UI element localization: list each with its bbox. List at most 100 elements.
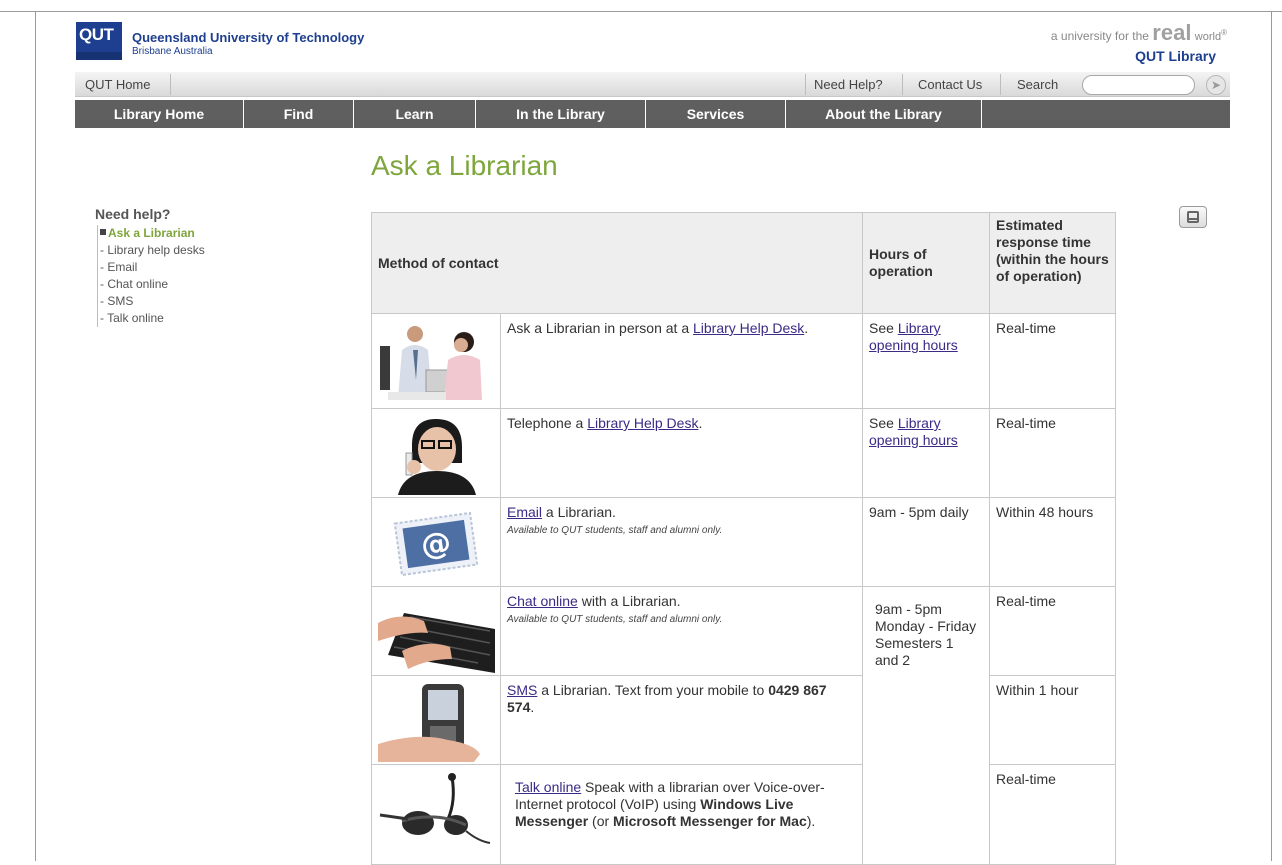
search-go-icon[interactable]: ➤: [1206, 75, 1226, 95]
microsoft-messenger-mac: Microsoft Messenger for Mac: [613, 813, 807, 829]
photo-cell: [371, 675, 501, 765]
search-label: Search: [1017, 77, 1059, 92]
header-response: Estimated response time (within the hour…: [989, 212, 1116, 314]
table-row: Talk online Speak with a librarian over …: [371, 764, 1116, 865]
photo-cell: [371, 586, 501, 676]
page-title: Ask a Librarian: [371, 150, 558, 181]
photo-cell: [371, 764, 501, 865]
window-right-edge: [1271, 12, 1272, 861]
printer-slot: [1189, 218, 1197, 220]
email-link[interactable]: Email: [507, 504, 542, 520]
table-row: Telephone a Library Help Desk. See Libra…: [371, 408, 1116, 498]
nav-in-the-library[interactable]: In the Library: [476, 100, 646, 128]
contact-methods-table: Method of contact Hours of operation Est…: [371, 212, 1116, 865]
photo-cell: [371, 408, 501, 498]
method-description: SMS a Librarian. Text from your mobile t…: [500, 675, 863, 765]
window-left-edge: [35, 12, 36, 861]
sidebar-item-library-help-desks[interactable]: - Library help desks: [100, 242, 205, 259]
email-stamp-icon: @: [378, 504, 495, 584]
tagline-pre: a university for the: [1050, 29, 1149, 43]
library-help-desk-link[interactable]: Library Help Desk: [587, 415, 698, 431]
need-help-link[interactable]: Need Help?: [814, 77, 883, 92]
contact-us-link[interactable]: Contact Us: [918, 77, 982, 92]
desc-text: a Librarian.: [542, 504, 616, 520]
header-hours: Hours of operation: [862, 212, 990, 314]
table-row: SMS a Librarian. Text from your mobile t…: [371, 675, 1116, 765]
desc-text: .: [530, 699, 535, 715]
table-row: Chat online with a Librarian. Available …: [371, 586, 1116, 865]
desc-text: .: [698, 415, 703, 431]
sidebar-item-ask-a-librarian[interactable]: Ask a Librarian: [100, 225, 205, 242]
hours-text: See: [869, 415, 898, 431]
desc-text: ).: [806, 813, 816, 829]
current-page-bullet-icon: [100, 229, 106, 235]
nav-find[interactable]: Find: [244, 100, 354, 128]
response-time: Real-time: [989, 764, 1116, 865]
qut-home-link[interactable]: QUT Home: [85, 77, 151, 92]
university-location: Brisbane Australia: [132, 46, 213, 57]
hours-cell: See Library opening hours: [862, 313, 990, 409]
response-time: Real-time: [989, 408, 1116, 498]
nav-about-the-library[interactable]: About the Library: [786, 100, 982, 128]
util-divider: [902, 74, 903, 95]
nav-library-home[interactable]: Library Home: [75, 100, 244, 128]
util-divider: [805, 74, 806, 95]
tagline-real: real: [1152, 20, 1192, 45]
method-description: Talk online Speak with a librarian over …: [500, 764, 863, 865]
header-method: Method of contact: [371, 212, 863, 314]
main-nav: Library Home Find Learn In the Library S…: [75, 100, 1230, 128]
table-row: @ Email a Librarian. Available to QUT st…: [371, 497, 1116, 587]
weekday-hours-cell: 9am - 5pm Monday - Friday Semesters 1 an…: [862, 586, 990, 865]
availability-note: Available to QUT students, staff and alu…: [507, 614, 723, 625]
sidebar-item-label: Ask a Librarian: [108, 226, 195, 240]
sidebar-item-chat-online[interactable]: - Chat online: [100, 276, 205, 293]
sidebar-item-email[interactable]: - Email: [100, 259, 205, 276]
hours-cell: 9am - 5pm daily: [862, 497, 990, 587]
site-name[interactable]: QUT Library: [1135, 48, 1216, 64]
svg-text:@: @: [419, 525, 454, 564]
response-time: Real-time: [989, 313, 1116, 409]
qut-logo[interactable]: QUT: [76, 22, 122, 60]
method-description: Ask a Librarian in person at a Library H…: [500, 313, 863, 409]
photo-cell: @: [371, 497, 501, 587]
desc-text: a Librarian. Text from your mobile to: [537, 682, 769, 698]
nav-learn[interactable]: Learn: [354, 100, 476, 128]
tagline-mark: ®: [1221, 28, 1227, 37]
logo-text: QUT: [79, 25, 114, 44]
desc-text: Telephone a: [507, 415, 588, 431]
mobile-phone-photo: [378, 682, 495, 762]
method-description: Email a Librarian. Available to QUT stud…: [500, 497, 863, 587]
sidebar-heading: Need help?: [95, 206, 171, 222]
nav-services[interactable]: Services: [646, 100, 786, 128]
sms-link[interactable]: SMS: [507, 682, 537, 698]
search-input[interactable]: [1082, 75, 1195, 95]
in-person-photo: [378, 320, 495, 400]
desc-text: (or: [588, 813, 614, 829]
tagline-world: world: [1194, 31, 1222, 43]
utility-bar: QUT Home Need Help? Contact Us Search ➤: [75, 72, 1230, 97]
window-top-edge: [0, 0, 1282, 12]
sidebar-item-talk-online[interactable]: - Talk online: [100, 310, 205, 327]
talk-online-link[interactable]: Talk online: [515, 779, 581, 795]
response-time: Within 1 hour: [989, 675, 1116, 765]
university-name[interactable]: Queensland University of Technology: [132, 30, 364, 45]
print-icon[interactable]: [1179, 206, 1207, 228]
hours-text: See: [869, 320, 898, 336]
method-description: Chat online with a Librarian. Available …: [500, 586, 863, 676]
sidebar-item-sms[interactable]: - SMS: [100, 293, 205, 310]
desc-text: .: [804, 320, 809, 336]
tagline: a university for the real world®: [1051, 20, 1227, 46]
method-description: Telephone a Library Help Desk.: [500, 408, 863, 498]
logo-bar: [76, 52, 122, 60]
table-row: Ask a Librarian in person at a Library H…: [371, 313, 1116, 409]
telephone-photo: [378, 415, 495, 495]
headset-photo: [378, 771, 495, 851]
desc-text: with a Librarian.: [577, 593, 681, 609]
util-divider: [1000, 74, 1001, 95]
desc-text: Ask a Librarian in person at a: [507, 320, 693, 336]
sidebar-nav: Ask a Librarian - Library help desks - E…: [97, 225, 205, 327]
chat-online-link[interactable]: Chat online: [507, 593, 578, 609]
library-help-desk-link[interactable]: Library Help Desk: [693, 320, 804, 336]
hours-cell: See Library opening hours: [862, 408, 990, 498]
availability-note: Available to QUT students, staff and alu…: [507, 525, 723, 536]
